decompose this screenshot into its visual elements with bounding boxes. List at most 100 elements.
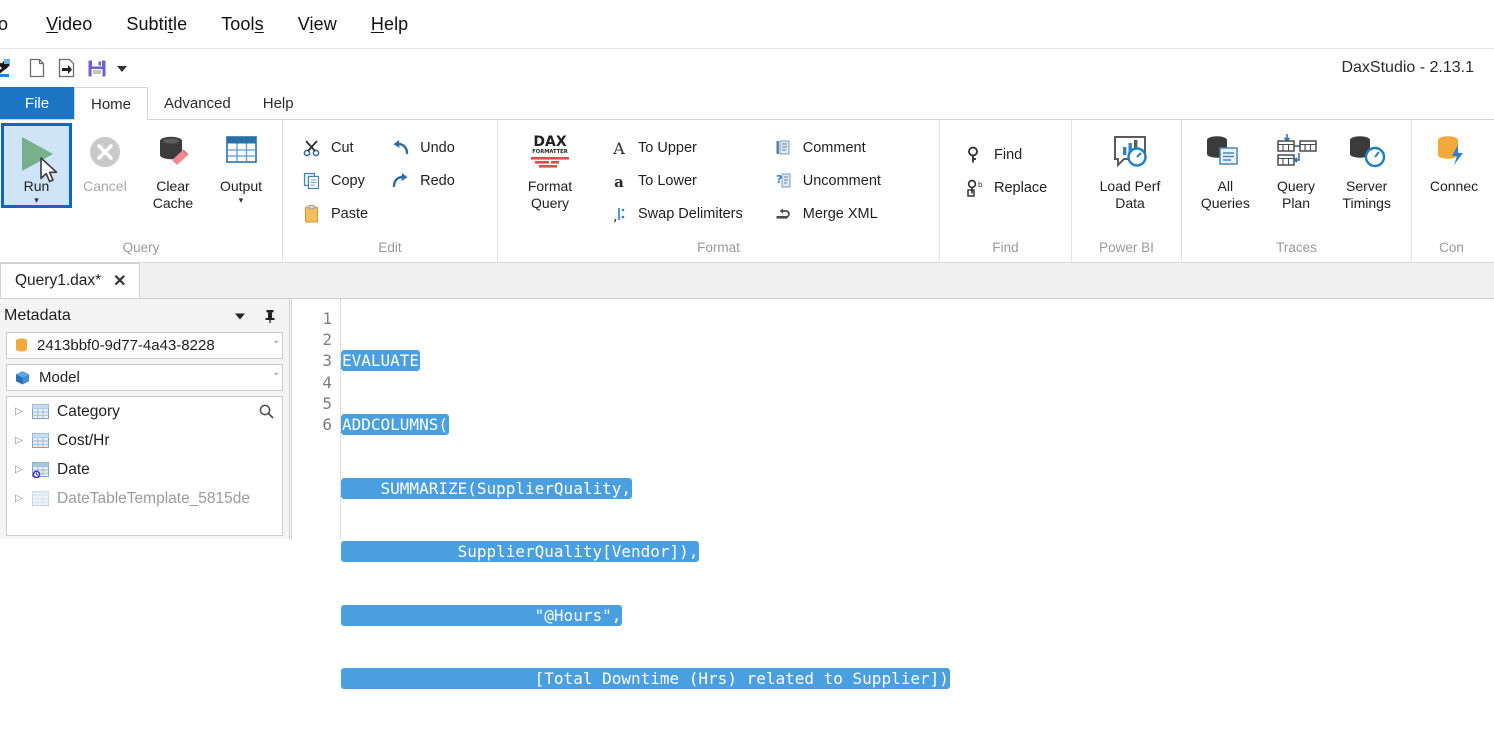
- chevron-down-icon[interactable]: [229, 305, 251, 327]
- chevron-right-icon[interactable]: ▷: [15, 435, 31, 446]
- swap-delimiters-label: Swap Delimiters: [638, 205, 743, 222]
- scissors-icon: [299, 137, 325, 159]
- svg-text:b: b: [978, 181, 983, 189]
- tree-item-category[interactable]: ▷ Category: [7, 397, 282, 426]
- uncomment-icon: ?: [771, 170, 797, 192]
- quick-access-toolbar: DaxStudio - 2.13.1: [0, 49, 1494, 87]
- line-number: 5: [322, 393, 332, 413]
- output-split-caret-icon[interactable]: ▾: [239, 196, 244, 205]
- dax-code-editor[interactable]: 1 2 3 4 5 6 EVALUATE ADDCOLUMNS( SUMMARI…: [291, 299, 1494, 689]
- menu-item-help[interactable]: Help: [365, 14, 414, 35]
- code-line-text: SUMMARIZE(SupplierQuality,: [342, 478, 631, 498]
- tab-help[interactable]: Help: [247, 87, 310, 119]
- customize-qat-caret-icon[interactable]: [114, 55, 130, 81]
- format-query-button[interactable]: DAX FORMATTER Format Query: [510, 126, 590, 212]
- close-icon[interactable]: ✕: [113, 271, 126, 291]
- database-orange-icon: [13, 337, 30, 354]
- tree-item-cost-hr[interactable]: ▷ Cost/Hr: [7, 426, 282, 455]
- chevron-down-icon[interactable]: ˇ: [270, 372, 278, 384]
- pin-icon[interactable]: [259, 305, 281, 327]
- replace-button[interactable]: b Replace: [960, 171, 1055, 204]
- model-combobox[interactable]: Model ˇ: [6, 364, 283, 391]
- code-line: SUMMARIZE(SupplierQuality,: [342, 478, 1494, 499]
- uncomment-button[interactable]: ? Uncomment: [769, 164, 889, 197]
- cancel-button: Cancel: [73, 126, 137, 195]
- redo-label: Redo: [420, 172, 455, 189]
- tab-advanced[interactable]: Advanced: [148, 87, 247, 119]
- connect-label: Connec: [1429, 178, 1479, 194]
- tree-item-label: Category: [57, 402, 120, 420]
- editor-code-area[interactable]: EVALUATE ADDCOLUMNS( SUMMARIZE(SupplierQ…: [342, 308, 1494, 689]
- paste-button[interactable]: Paste: [297, 197, 376, 230]
- chevron-right-icon[interactable]: ▷: [15, 464, 31, 475]
- svg-text:?: ?: [776, 173, 782, 186]
- load-perf-data-button[interactable]: Load Perf Data: [1090, 126, 1170, 212]
- server-timings-button[interactable]: Server Timings: [1331, 126, 1402, 212]
- group-label-connection: Con: [1439, 240, 1464, 255]
- tree-item-date[interactable]: ▷ Date: [7, 455, 282, 484]
- tree-item-label: DateTableTemplate_5815de: [57, 489, 251, 507]
- line-number: 4: [322, 372, 332, 392]
- all-queries-label: All Queries: [1200, 178, 1250, 211]
- swap-delimiters-button[interactable]: , Swap Delimiters: [604, 197, 751, 230]
- paste-label: Paste: [331, 205, 369, 222]
- chevron-right-icon[interactable]: ▷: [15, 493, 31, 504]
- all-queries-button[interactable]: All Queries: [1190, 126, 1261, 212]
- document-tab-query1[interactable]: Query1.dax* ✕: [0, 263, 140, 298]
- group-label-edit: Edit: [378, 240, 402, 255]
- run-button[interactable]: Run ▾: [1, 123, 72, 208]
- to-upper-label: To Upper: [638, 139, 697, 156]
- comment-button[interactable]: Comment: [769, 131, 889, 164]
- find-button[interactable]: Find: [960, 138, 1055, 171]
- open-file-icon[interactable]: [54, 55, 80, 81]
- document-tab-strip: Query1.dax* ✕: [0, 263, 1494, 299]
- chevron-right-icon[interactable]: ▷: [15, 406, 31, 417]
- format-column-1: A To Upper a To Lower , Swap Delimiters: [604, 126, 751, 230]
- query-plan-button[interactable]: Query Plan: [1261, 126, 1332, 212]
- run-split-caret-icon[interactable]: ▾: [34, 196, 39, 205]
- host-application-menubar: o Video Subtitle Tools View Help: [0, 0, 1494, 49]
- copy-button[interactable]: Copy: [297, 164, 376, 197]
- merge-xml-button[interactable]: Merge XML: [769, 197, 889, 230]
- menu-item-tools[interactable]: Tools: [215, 14, 270, 35]
- format-column-2: Comment ? Uncomment Merge XML: [769, 126, 889, 230]
- menu-item-video[interactable]: Video: [40, 14, 98, 35]
- clear-cache-icon: [150, 130, 196, 178]
- connect-button[interactable]: Connec: [1426, 126, 1482, 195]
- server-timings-icon: [1341, 130, 1393, 178]
- undo-button[interactable]: Undo: [386, 131, 463, 164]
- find-column-1: Find b Replace: [960, 126, 1055, 204]
- chevron-down-icon[interactable]: ˇ: [270, 340, 278, 352]
- group-label-format: Format: [697, 240, 740, 255]
- merge-xml-icon: [771, 203, 797, 225]
- metadata-tree[interactable]: ▷ Category ▷ Cost/Hr ▷ Date ▷ DateTableT…: [6, 396, 283, 536]
- menu-item-0[interactable]: o: [0, 14, 14, 35]
- to-upper-button[interactable]: A To Upper: [604, 131, 751, 164]
- cut-button[interactable]: Cut: [297, 131, 376, 164]
- tree-item-label: Cost/Hr: [57, 431, 110, 449]
- ribbon-group-connection: Connec Con: [1411, 120, 1491, 262]
- redo-arrow-icon: [388, 170, 414, 192]
- metadata-title: Metadata: [4, 306, 71, 324]
- new-file-icon[interactable]: [24, 55, 50, 81]
- redo-button[interactable]: Redo: [386, 164, 463, 197]
- connection-combobox[interactable]: 2413bbf0-9d77-4a43-8228 ˇ: [6, 332, 283, 359]
- tab-file[interactable]: File: [0, 87, 74, 119]
- save-icon[interactable]: [84, 55, 110, 81]
- clear-cache-button[interactable]: Clear Cache: [141, 126, 205, 212]
- date-table-clock-icon: [31, 461, 57, 478]
- ribbon-group-format: DAX FORMATTER Format Query A To Upper a …: [497, 120, 939, 262]
- ribbon-group-find: Find b Replace Find: [939, 120, 1071, 262]
- tab-home[interactable]: Home: [74, 87, 149, 120]
- line-number: 6: [322, 415, 332, 435]
- menu-item-view[interactable]: View: [292, 14, 343, 35]
- tree-item-datetabletemplate[interactable]: ▷ DateTableTemplate_5815de: [7, 484, 282, 513]
- search-icon[interactable]: [258, 403, 275, 420]
- svg-text:a: a: [614, 173, 624, 191]
- output-button[interactable]: Output ▾: [209, 126, 273, 205]
- swap-delimiters-icon: ,: [606, 203, 632, 225]
- to-lower-button[interactable]: a To Lower: [604, 164, 751, 197]
- menu-item-subtitle[interactable]: Subtitle: [120, 14, 193, 35]
- connect-icon: [1428, 130, 1480, 178]
- svg-text:A: A: [612, 139, 625, 158]
